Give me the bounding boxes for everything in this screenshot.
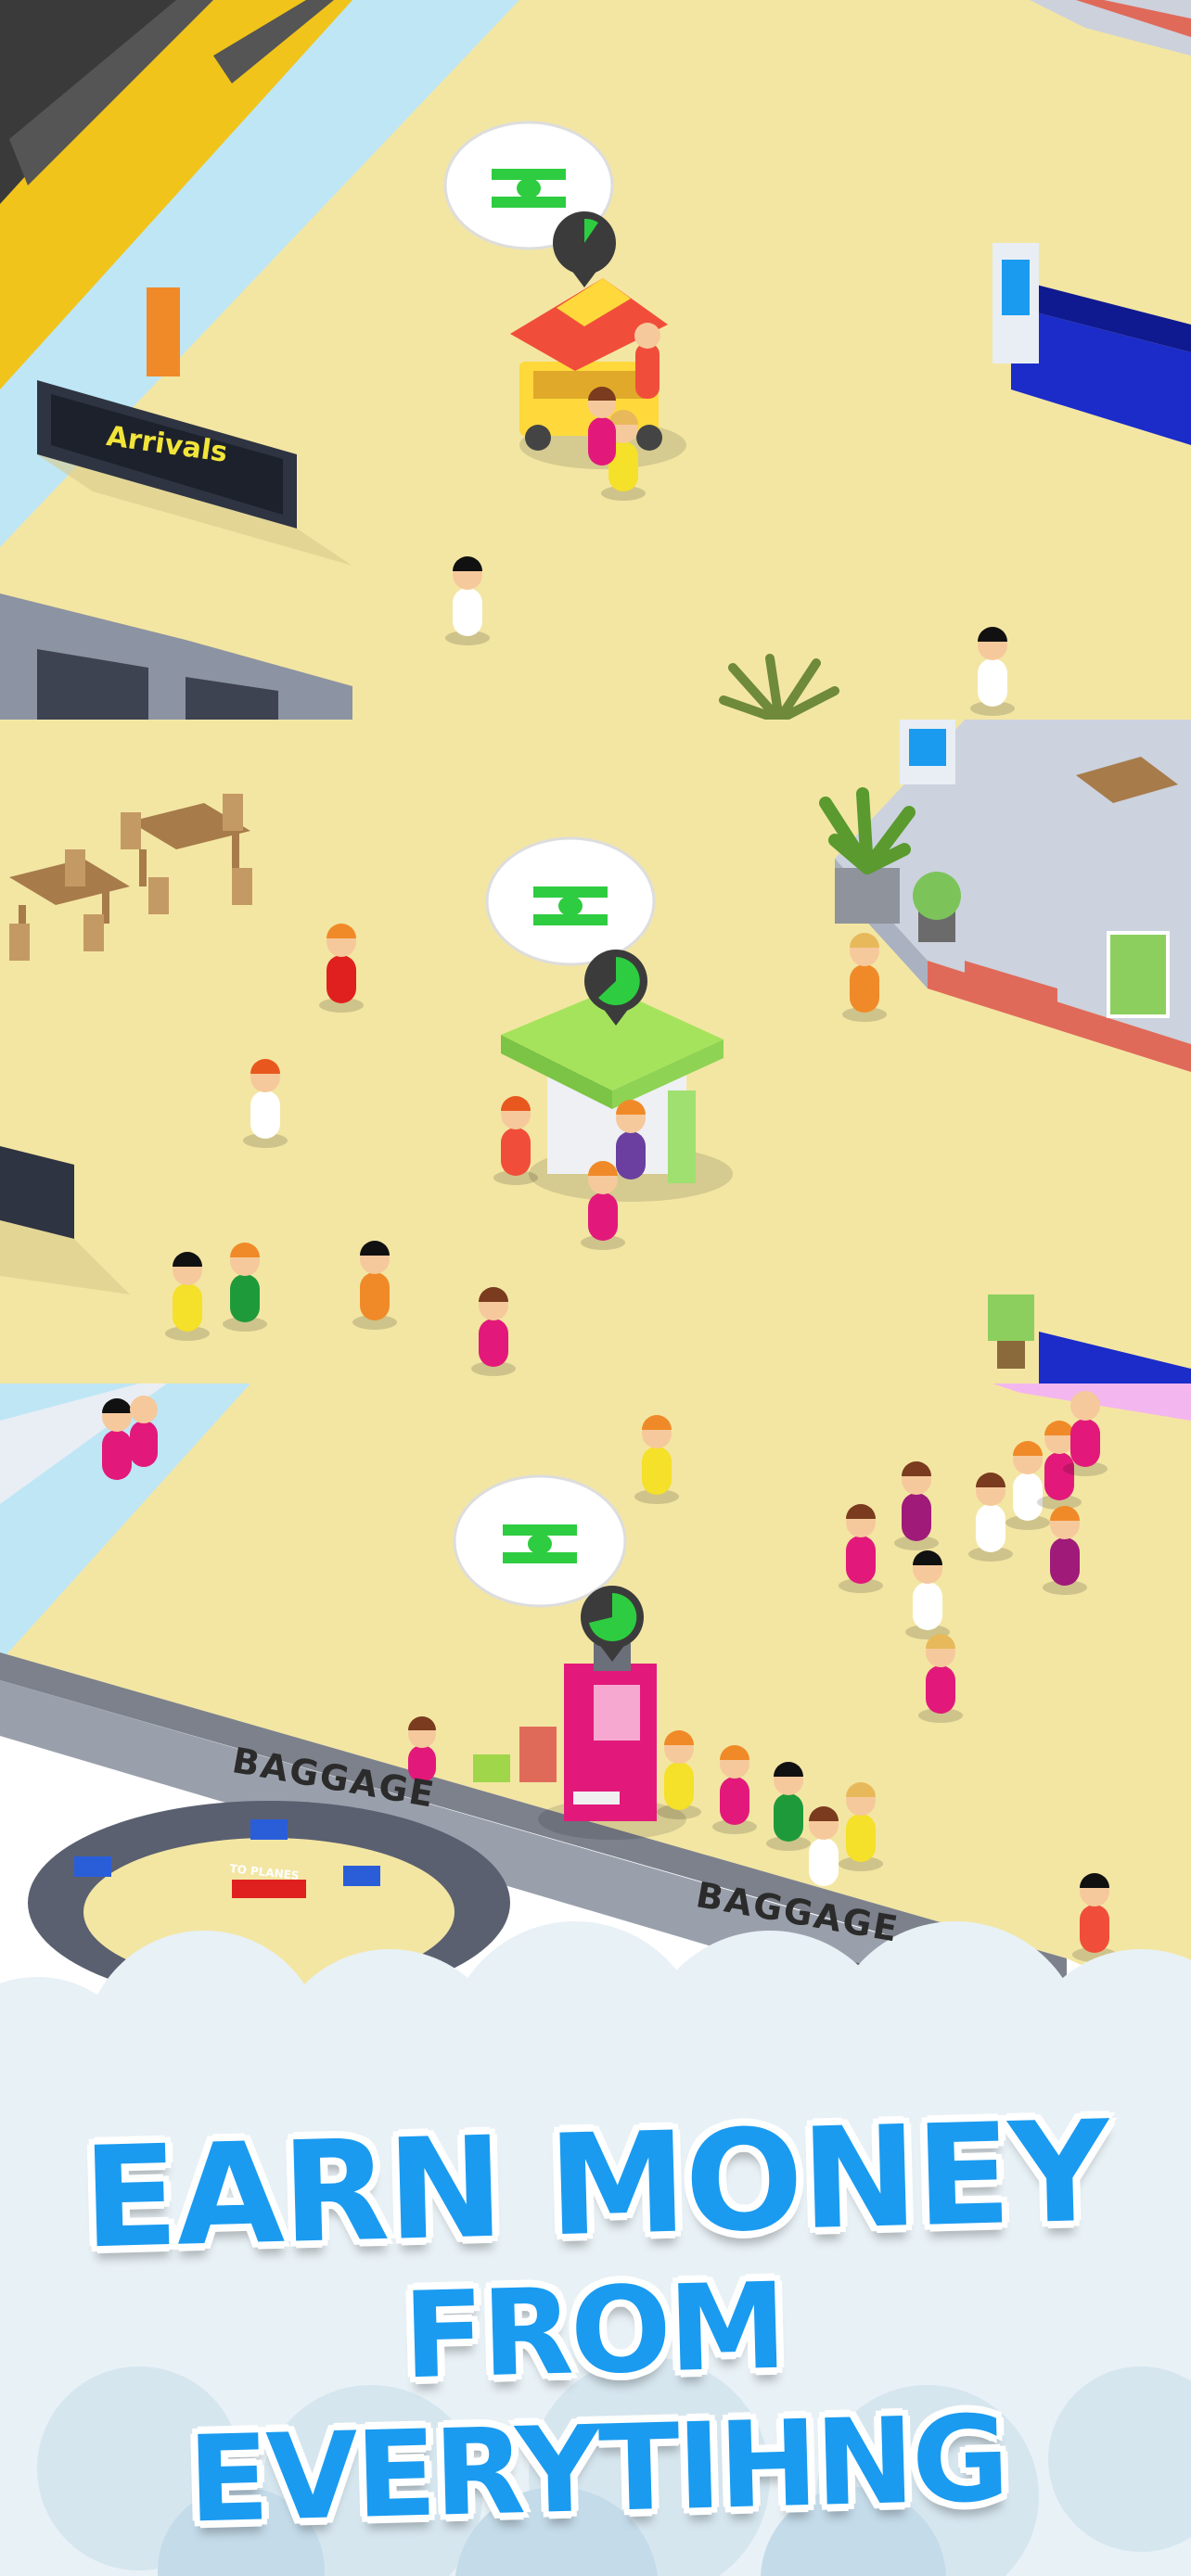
info-kiosk <box>992 243 1039 363</box>
headline-line-2: FROM EVERYTIHNG <box>186 2257 1008 2550</box>
person <box>102 1398 132 1480</box>
arrivals-hall-scene <box>0 0 1191 720</box>
luggage <box>473 1754 510 1782</box>
person <box>809 1806 839 1886</box>
person <box>616 1100 646 1180</box>
scene-panel-foodcourt <box>0 720 1191 1384</box>
money-bubble-icecream[interactable] <box>485 836 656 966</box>
to-planes-sign <box>232 1880 306 1898</box>
money-bubble-vending[interactable] <box>453 1474 627 1608</box>
wall-picture-orange <box>147 287 180 376</box>
person <box>588 387 616 465</box>
scene-panel-arrivals: Arrivals <box>0 0 1191 720</box>
person <box>130 1396 158 1467</box>
food-court-scene <box>0 720 1191 1384</box>
bench <box>519 1727 557 1782</box>
